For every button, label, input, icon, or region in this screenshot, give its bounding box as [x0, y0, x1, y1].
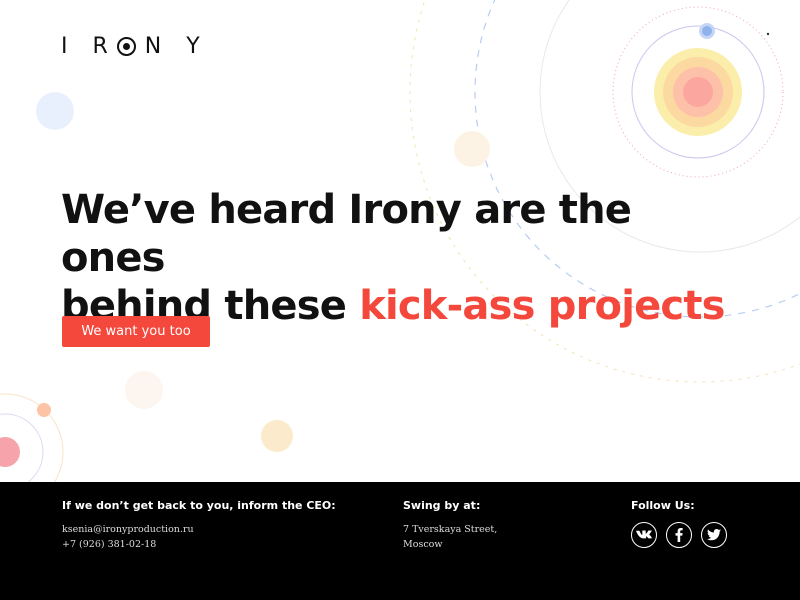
vk-icon — [636, 530, 652, 539]
logo-eye-icon — [116, 37, 136, 56]
twitter-icon — [707, 529, 721, 541]
headline-line-1: We’ve heard Irony are the ones — [61, 187, 632, 281]
we-want-you-too-button[interactable]: We want you too — [62, 316, 210, 347]
address-column: Swing by at: 7 Tverskaya Street, Moscow — [403, 499, 497, 552]
contact-column: If we don’t get back to you, inform the … — [62, 499, 336, 552]
social-links — [631, 522, 727, 548]
vk-button[interactable] — [631, 522, 657, 548]
follow-title: Follow Us: — [631, 499, 695, 512]
address-line-2: Moscow — [403, 539, 443, 550]
twitter-button[interactable] — [701, 522, 727, 548]
logo-text-right: N Y — [144, 34, 209, 59]
facebook-icon — [675, 528, 683, 542]
site-footer: If we don’t get back to you, inform the … — [0, 482, 800, 600]
follow-column: Follow Us: — [631, 499, 727, 548]
headline-accent: kick-ass projects — [359, 283, 725, 329]
facebook-button[interactable] — [666, 522, 692, 548]
address-line-1: 7 Tverskaya Street, — [403, 524, 498, 535]
contact-title: If we don’t get back to you, inform the … — [62, 499, 336, 512]
address-title: Swing by at: — [403, 499, 481, 512]
logo-text-left: I R — [61, 34, 117, 59]
phone-link[interactable]: +7 (926) 381-02-18 — [62, 537, 336, 552]
email-link[interactable]: ksenia@ironyproduction.ru — [62, 522, 336, 537]
hero-headline: We’ve heard Irony are the ones behind th… — [61, 186, 741, 330]
irony-logo[interactable]: I R N Y — [61, 34, 209, 59]
